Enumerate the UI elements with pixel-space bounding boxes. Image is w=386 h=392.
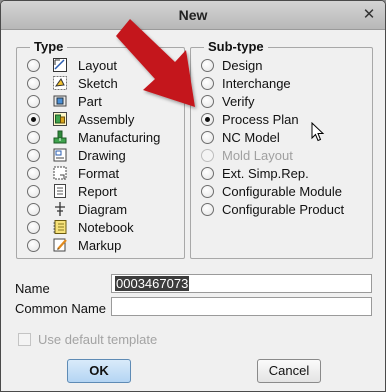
type-label-format: Format [78, 165, 120, 181]
format-icon [52, 165, 68, 181]
type-radio-drawing[interactable] [27, 148, 40, 162]
assembly-icon [52, 111, 68, 127]
subtype-radio-nc-model[interactable] [201, 130, 214, 144]
common-name-field[interactable] [111, 297, 372, 316]
part-icon [52, 93, 68, 109]
notebook-icon [52, 219, 68, 235]
type-label-notebook: Notebook [78, 219, 134, 235]
use-default-template-checkbox [18, 333, 31, 346]
subtype-label-configurable-module: Configurable Module [222, 183, 342, 199]
report-icon [52, 183, 68, 199]
subtype-radio-process-plan[interactable] [201, 112, 214, 126]
subtype-option-design[interactable]: Design [201, 56, 262, 74]
type-radio-sketch[interactable] [27, 76, 40, 90]
close-button[interactable]: ✕ [359, 5, 379, 24]
type-label-report: Report [78, 183, 118, 199]
type-radio-markup[interactable] [27, 238, 40, 252]
type-label-drawing: Drawing [78, 147, 126, 163]
subtype-radio-configurable-product[interactable] [201, 202, 214, 216]
cancel-button[interactable]: Cancel [257, 359, 321, 383]
type-radio-format[interactable] [27, 166, 40, 180]
type-option-notebook[interactable]: Notebook [27, 218, 134, 236]
type-option-format[interactable]: Format [27, 164, 119, 182]
type-radio-layout[interactable] [27, 58, 40, 72]
new-dialog: New ✕ Type Layout Sketch Part Assembly M… [0, 0, 386, 392]
use-default-template-label: Use default template [38, 332, 158, 347]
subtype-option-nc-model[interactable]: NC Model [201, 128, 280, 146]
subtype-label-ext-simp-rep: Ext. Simp.Rep. [222, 165, 309, 181]
subtype-radio-interchange[interactable] [201, 76, 214, 90]
subtype-radio-mold-layout [201, 148, 214, 162]
type-option-sketch[interactable]: Sketch [27, 74, 118, 92]
dialog-title: New [178, 7, 208, 23]
type-label-markup: Markup [78, 237, 122, 253]
type-option-assembly[interactable]: Assembly [27, 110, 134, 128]
subtype-radio-configurable-module[interactable] [201, 184, 214, 198]
subtype-option-process-plan[interactable]: Process Plan [201, 110, 299, 128]
type-label-part: Part [78, 93, 102, 109]
type-option-diagram[interactable]: Diagram [27, 200, 127, 218]
name-field[interactable]: 0003467073 [111, 274, 372, 293]
type-radio-assembly[interactable] [27, 112, 40, 126]
manufacturing-icon [52, 129, 68, 145]
subtype-label-nc-model: NC Model [222, 129, 280, 145]
name-label: Name [15, 281, 50, 296]
subtype-option-configurable-product[interactable]: Configurable Product [201, 200, 344, 218]
type-option-markup[interactable]: Markup [27, 236, 121, 254]
subtype-option-verify[interactable]: Verify [201, 92, 255, 110]
type-label-layout: Layout [78, 57, 118, 73]
subtype-label-design: Design [222, 57, 263, 73]
type-label-sketch: Sketch [78, 75, 118, 91]
title-bar: New ✕ [1, 1, 385, 30]
layout-icon [52, 57, 68, 73]
type-option-drawing[interactable]: Drawing [27, 146, 126, 164]
type-radio-diagram[interactable] [27, 202, 40, 216]
common-name-label: Common Name [15, 301, 107, 316]
type-option-part[interactable]: Part [27, 92, 102, 110]
ok-button[interactable]: OK [67, 359, 131, 383]
subtype-label-verify: Verify [222, 93, 255, 109]
subtype-option-mold-layout: Mold Layout [201, 146, 293, 164]
diagram-icon [52, 201, 68, 217]
subtype-option-configurable-module[interactable]: Configurable Module [201, 182, 342, 200]
subtype-group-label: Sub-type [204, 39, 268, 54]
markup-icon [52, 237, 68, 253]
subtype-radio-design[interactable] [201, 58, 214, 72]
type-radio-report[interactable] [27, 184, 40, 198]
type-option-manufacturing[interactable]: Manufacturing [27, 128, 160, 146]
subtype-option-ext-simp-rep[interactable]: Ext. Simp.Rep. [201, 164, 309, 182]
type-radio-notebook[interactable] [27, 220, 40, 234]
type-label-diagram: Diagram [78, 201, 128, 217]
subtype-label-configurable-product: Configurable Product [222, 201, 345, 217]
drawing-icon [52, 147, 68, 163]
name-field-value: 0003467073 [115, 276, 190, 291]
type-label-manufacturing: Manufacturing [78, 129, 161, 145]
subtype-label-interchange: Interchange [222, 75, 291, 91]
subtype-radio-ext-simp-rep[interactable] [201, 166, 214, 180]
subtype-label-process-plan: Process Plan [222, 111, 299, 127]
type-radio-manufacturing[interactable] [27, 130, 40, 144]
mouse-pointer-icon [311, 122, 325, 142]
subtype-option-interchange[interactable]: Interchange [201, 74, 291, 92]
type-group-label: Type [30, 39, 68, 54]
type-option-layout[interactable]: Layout [27, 56, 117, 74]
type-option-report[interactable]: Report [27, 182, 117, 200]
type-radio-part[interactable] [27, 94, 40, 108]
subtype-label-mold-layout: Mold Layout [222, 147, 293, 163]
type-label-assembly: Assembly [78, 111, 135, 127]
sketch-icon [52, 75, 68, 91]
subtype-radio-verify[interactable] [201, 94, 214, 108]
